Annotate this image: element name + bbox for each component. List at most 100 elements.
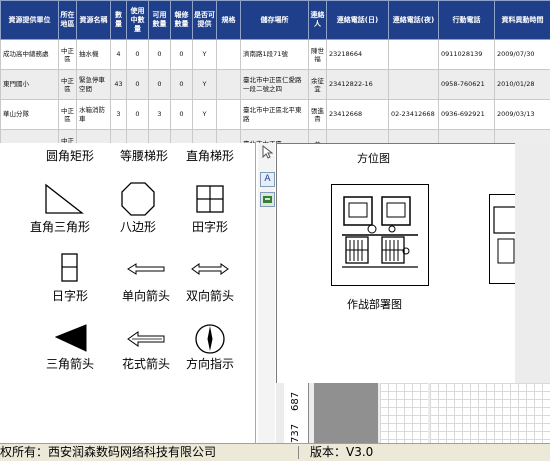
table-cell: 抽水機 bbox=[77, 40, 111, 70]
text-tool-button[interactable]: A bbox=[260, 172, 275, 187]
table-row: 中正區 臺北市中正區 黃 bbox=[1, 130, 550, 144]
canvas-title: 方位图 bbox=[357, 150, 390, 166]
shape-direction-indicator[interactable]: 方向指示 bbox=[170, 323, 250, 373]
table-cell: 0 bbox=[171, 40, 193, 70]
table-cell: 23412668 bbox=[327, 100, 389, 130]
col-header[interactable]: 資源名稱 bbox=[77, 1, 111, 40]
shape-ri-grid[interactable]: 日字形 bbox=[30, 253, 110, 303]
shape-palette: 圆角矩形 等腰梯形 直角梯形 直角三角形 八边形 田字 bbox=[0, 143, 256, 443]
col-header[interactable]: 所在地區 bbox=[59, 1, 77, 40]
ri-grid-icon bbox=[61, 253, 79, 283]
status-separator bbox=[298, 446, 299, 459]
shape-octagon[interactable]: 八边形 bbox=[98, 181, 178, 251]
table-cell: 0 bbox=[127, 70, 149, 100]
table-row: 東門國小 中正區 緊急停車空間 43 0 0 0 Y 臺北市中正區仁愛路一段二號… bbox=[1, 70, 550, 100]
table-cell bbox=[217, 70, 241, 100]
table-cell: 4 bbox=[111, 40, 127, 70]
tian-grid-icon bbox=[196, 185, 224, 213]
diagram-card-label: 作战部署图 bbox=[347, 296, 402, 312]
col-header[interactable]: 儲存場所 bbox=[241, 1, 309, 40]
col-header[interactable]: 數量 bbox=[111, 1, 127, 40]
table-cell: 0936-692921 bbox=[439, 100, 495, 130]
table-cell bbox=[149, 130, 171, 144]
table-cell: 0 bbox=[127, 40, 149, 70]
drawing-canvas[interactable]: 方位图 作战部署图 bbox=[276, 143, 515, 384]
table-cell: 東門國小 bbox=[1, 70, 59, 100]
status-bar: 权所有：西安润森数码网络科技有限公司 版本：V3.0 bbox=[0, 443, 550, 461]
table-row: 成功高中總務處 中正區 抽水機 4 0 0 0 Y 濟南路1段71號 陳世福 2… bbox=[1, 40, 550, 70]
resource-table-region: 資源提供單位 所在地區 資源名稱 數量 使用中數量 可用數量 報修數量 是否可提… bbox=[0, 0, 550, 143]
col-header[interactable]: 連絡電話(日) bbox=[327, 1, 389, 40]
table-cell: 中正區 bbox=[59, 40, 77, 70]
single-arrow-icon bbox=[126, 261, 166, 277]
table-cell: 3 bbox=[111, 100, 127, 130]
col-header[interactable]: 行動電話 bbox=[439, 1, 495, 40]
side-toolbar: A bbox=[258, 143, 275, 443]
col-header[interactable]: 使用中數量 bbox=[127, 1, 149, 40]
table-cell: 43 bbox=[111, 70, 127, 100]
diagram-editor: 圆角矩形 等腰梯形 直角梯形 直角三角形 八边形 田字 bbox=[0, 143, 550, 460]
col-header[interactable]: 報修數量 bbox=[171, 1, 193, 40]
col-header[interactable]: 資料異動時間 bbox=[495, 1, 550, 40]
table-cell bbox=[77, 130, 111, 144]
shape-double-arrow[interactable]: 双向箭头 bbox=[170, 253, 250, 303]
table-cell bbox=[171, 130, 193, 144]
shape-label: 直角三角形 bbox=[20, 218, 100, 235]
table-cell bbox=[193, 130, 217, 144]
table-cell: 2009/03/13 bbox=[495, 100, 550, 130]
pointer-icon[interactable] bbox=[261, 145, 273, 159]
table-cell: 黃 bbox=[309, 130, 327, 144]
col-header[interactable]: 可用數量 bbox=[149, 1, 171, 40]
shape-right-trapezoid[interactable]: 直角梯形 bbox=[170, 143, 250, 165]
shape-tian-grid[interactable]: 田字形 bbox=[170, 181, 250, 251]
table-cell: 中正區 bbox=[59, 100, 77, 130]
shape-rounded-rect[interactable]: 圆角矩形 bbox=[30, 143, 110, 165]
table-cell: 成功高中總務處 bbox=[1, 40, 59, 70]
table-cell: 中正區 bbox=[59, 130, 77, 144]
table-cell bbox=[1, 130, 59, 144]
copyright-text: 权所有：西安润森数码网络科技有限公司 bbox=[0, 444, 216, 461]
double-arrow-icon bbox=[190, 261, 230, 277]
col-header[interactable]: 是否可提供 bbox=[193, 1, 217, 40]
shape-triangle-arrow[interactable]: 三角箭头 bbox=[30, 323, 110, 373]
col-header[interactable]: 連絡電話(夜) bbox=[389, 1, 439, 40]
table-cell: 中正區 bbox=[59, 70, 77, 100]
table-cell bbox=[111, 130, 127, 144]
table-cell bbox=[327, 130, 389, 144]
grid-page[interactable] bbox=[430, 383, 550, 443]
shape-label: 圆角矩形 bbox=[30, 147, 110, 164]
resource-table: 資源提供單位 所在地區 資源名稱 數量 使用中數量 可用數量 報修數量 是否可提… bbox=[0, 0, 550, 143]
table-cell: 0 bbox=[127, 100, 149, 130]
table-cell: 0 bbox=[171, 100, 193, 130]
shape-label: 方向指示 bbox=[170, 355, 250, 372]
grid-page[interactable] bbox=[380, 383, 428, 443]
table-cell bbox=[127, 130, 149, 144]
image-icon bbox=[262, 194, 273, 205]
image-tool-button[interactable] bbox=[260, 192, 275, 207]
table-cell: 0911028139 bbox=[439, 40, 495, 70]
page-margin-area bbox=[314, 383, 378, 443]
triangle-arrow-icon bbox=[52, 323, 92, 353]
octagon-icon bbox=[120, 181, 156, 217]
ruler-mark: 737 bbox=[290, 424, 301, 443]
version-text: 版本：V3.0 bbox=[310, 444, 373, 461]
table-cell: 0958-760621 bbox=[439, 70, 495, 100]
table-cell: 余征宜 bbox=[309, 70, 327, 100]
table-cell: 3 bbox=[149, 100, 171, 130]
floor-plan-thumbnail bbox=[332, 185, 428, 285]
table-cell bbox=[495, 130, 550, 144]
table-cell: 緊急停車空間 bbox=[77, 70, 111, 100]
col-header[interactable]: 資源提供單位 bbox=[1, 1, 59, 40]
shape-label: 日字形 bbox=[30, 287, 110, 304]
col-header[interactable]: 連絡人 bbox=[309, 1, 327, 40]
diagram-card[interactable] bbox=[331, 184, 429, 286]
table-cell bbox=[217, 130, 241, 144]
col-header[interactable]: 規格 bbox=[217, 1, 241, 40]
table-row: 華山分隊 中正區 水箱消防車 3 0 3 0 Y 臺北市中正區北平東路 張進貴 … bbox=[1, 100, 550, 130]
ruler-grid-area: 687 737 bbox=[276, 383, 550, 443]
table-cell: 2009/07/30 bbox=[495, 40, 550, 70]
shape-label: 直角梯形 bbox=[170, 147, 250, 164]
table-cell: 臺北市中正區 bbox=[241, 130, 309, 144]
table-cell: 0 bbox=[149, 70, 171, 100]
shape-right-triangle[interactable]: 直角三角形 bbox=[20, 181, 100, 251]
